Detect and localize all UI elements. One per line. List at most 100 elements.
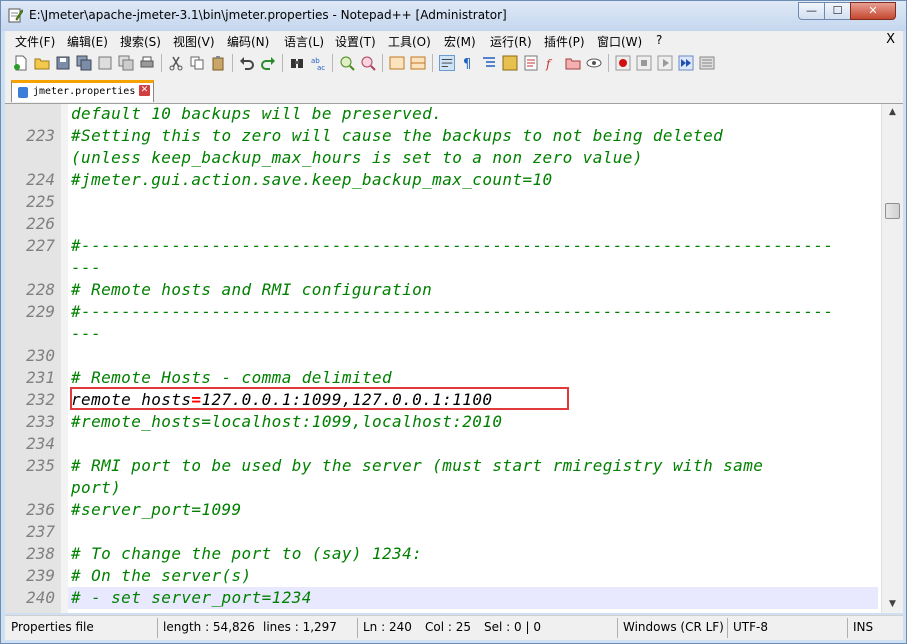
menu-view[interactable]: 视图(V): [173, 33, 215, 50]
code-view[interactable]: default 10 backups will be preserved. 223…: [26, 104, 878, 613]
code-line[interactable]: 234: [26, 433, 878, 455]
close-button[interactable]: ✕: [850, 2, 896, 20]
code-line[interactable]: 229 #------------------------------------…: [26, 301, 878, 323]
maximize-icon: ☐: [832, 4, 843, 17]
menu-settings[interactable]: 设置(T): [335, 33, 376, 50]
menu-search[interactable]: 搜索(S): [120, 33, 161, 50]
save-macro-icon[interactable]: [699, 55, 715, 71]
indent-guide-icon[interactable]: [481, 55, 497, 71]
code-line[interactable]: 233 #remote_hosts=localhost:1099,localhos…: [26, 411, 878, 433]
undo-icon[interactable]: [239, 55, 255, 71]
menu-run[interactable]: 运行(R): [490, 33, 532, 50]
replace-icon[interactable]: abac: [310, 55, 326, 71]
comment-text: port): [71, 478, 122, 497]
monitoring-icon[interactable]: [586, 55, 602, 71]
save-icon[interactable]: [55, 55, 71, 71]
udl-icon[interactable]: [502, 55, 518, 71]
doc-map-icon[interactable]: [523, 55, 539, 71]
status-eol: Windows (CR LF): [623, 620, 724, 634]
menu-help[interactable]: ?: [656, 33, 662, 47]
sync-vertical-icon[interactable]: [389, 55, 405, 71]
zoom-in-icon[interactable]: [339, 55, 355, 71]
code-line[interactable]: 228 # Remote hosts and RMI configuration: [26, 279, 878, 301]
code-line[interactable]: 231 # Remote Hosts - comma delimited: [26, 367, 878, 389]
code-line[interactable]: port): [68, 477, 878, 499]
word-wrap-icon[interactable]: [439, 55, 455, 71]
new-file-icon[interactable]: [13, 55, 29, 71]
sync-horizontal-icon[interactable]: [410, 55, 426, 71]
menu-plugins[interactable]: 插件(P): [544, 33, 585, 50]
line-number: 235: [26, 456, 55, 475]
toolbar-separator: [232, 54, 233, 72]
record-macro-icon[interactable]: [615, 55, 631, 71]
line-number: 236: [26, 500, 55, 519]
stop-macro-icon[interactable]: [636, 55, 652, 71]
code-line[interactable]: 224 #jmeter.gui.action.save.keep_backup_m…: [26, 169, 878, 191]
editor-area[interactable]: default 10 backups will be preserved. 223…: [5, 104, 903, 613]
code-line[interactable]: 236 #server_port=1099: [26, 499, 878, 521]
vertical-scrollbar[interactable]: ▲ ▼: [881, 104, 903, 613]
close-all-icon[interactable]: [118, 55, 134, 71]
menu-tools[interactable]: 工具(O): [388, 33, 431, 50]
menu-window[interactable]: 窗口(W): [597, 33, 642, 50]
close-file-icon[interactable]: [97, 55, 113, 71]
copy-icon[interactable]: [189, 55, 205, 71]
play-macro-multiple-icon[interactable]: [678, 55, 694, 71]
comment-text: #---------------------------------------…: [71, 236, 834, 255]
scroll-up-arrow-icon[interactable]: ▲: [882, 104, 903, 121]
menu-edit[interactable]: 编辑(E): [67, 33, 108, 50]
toolbar-separator: [161, 54, 162, 72]
status-sel: Sel : 0 | 0: [484, 620, 541, 634]
code-line[interactable]: 226: [26, 213, 878, 235]
line-number: 233: [26, 412, 55, 431]
code-line[interactable]: default 10 backups will be preserved.: [68, 104, 878, 125]
line-number: 223: [26, 126, 55, 145]
close-document-button[interactable]: X: [886, 32, 895, 47]
function-list-icon[interactable]: f: [544, 55, 560, 71]
menu-file[interactable]: 文件(F): [15, 33, 55, 50]
line-number: 230: [26, 346, 55, 365]
code-line[interactable]: 240 # - set server_port=1234: [26, 587, 878, 609]
folder-workspace-icon[interactable]: [565, 55, 581, 71]
code-line[interactable]: ---: [68, 323, 878, 345]
print-icon[interactable]: [139, 55, 155, 71]
file-saved-icon: [18, 87, 28, 98]
cut-icon[interactable]: [168, 55, 184, 71]
redo-icon[interactable]: [260, 55, 276, 71]
minimize-button[interactable]: —: [798, 2, 825, 20]
code-line[interactable]: 230: [26, 345, 878, 367]
find-icon[interactable]: [289, 55, 305, 71]
comment-text: (unless keep_backup_max_hours is set to …: [71, 148, 643, 167]
menu-macro[interactable]: 宏(M): [444, 33, 476, 50]
tab-jmeter-properties[interactable]: jmeter.properties ✕: [11, 80, 154, 102]
tab-close-icon[interactable]: ✕: [139, 85, 150, 96]
code-line[interactable]: 235 # RMI port to be used by the server (…: [26, 455, 878, 477]
toolbar-separator: [282, 54, 283, 72]
code-line[interactable]: 225: [26, 191, 878, 213]
code-line[interactable]: (unless keep_backup_max_hours is set to …: [68, 147, 878, 169]
code-line[interactable]: 227 #------------------------------------…: [26, 235, 878, 257]
comment-text: default 10 backups will be preserved.: [71, 104, 443, 123]
status-separator: [357, 618, 358, 638]
maximize-button[interactable]: ☐: [824, 2, 851, 20]
show-all-chars-icon[interactable]: ¶: [460, 55, 476, 71]
code-line[interactable]: ---: [68, 257, 878, 279]
code-line[interactable]: 237: [26, 521, 878, 543]
code-line[interactable]: 223 #Setting this to zero will cause the …: [26, 125, 878, 147]
scroll-thumb[interactable]: [885, 203, 900, 219]
save-all-icon[interactable]: [76, 55, 92, 71]
menu-language[interactable]: 语言(L): [284, 33, 324, 50]
paste-icon[interactable]: [210, 55, 226, 71]
open-file-icon[interactable]: [34, 55, 50, 71]
comment-text: #Setting this to zero will cause the bac…: [71, 126, 724, 145]
status-separator: [847, 618, 848, 638]
status-bar: Properties file length : 54,826 lines : …: [5, 615, 903, 640]
code-line[interactable]: 238 # To change the port to (say) 1234:: [26, 543, 878, 565]
play-macro-icon[interactable]: [657, 55, 673, 71]
line-number: 232: [26, 390, 55, 409]
code-line[interactable]: 239 # On the server(s): [26, 565, 878, 587]
zoom-out-icon[interactable]: [360, 55, 376, 71]
comment-text: #---------------------------------------…: [71, 302, 834, 321]
menu-encoding[interactable]: 编码(N): [227, 33, 269, 50]
scroll-down-arrow-icon[interactable]: ▼: [882, 596, 903, 613]
